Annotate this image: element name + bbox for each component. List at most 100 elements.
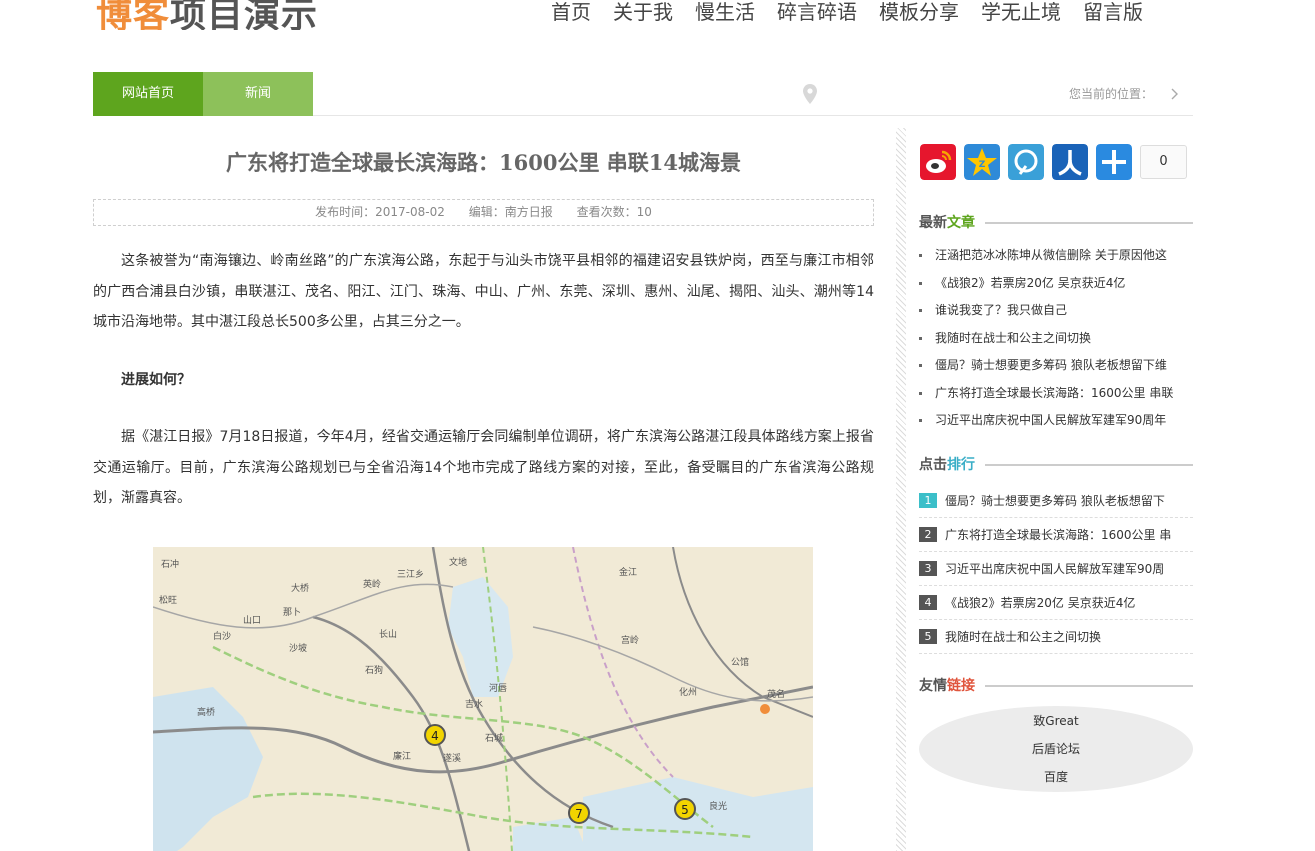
click-ranking-list: 1 僵局？骑士想要更多筹码 狼队老板想留下 2 广东将打造全球最长滨海路：1600公… <box>919 484 1193 654</box>
map-place-label: 松旺 <box>159 594 177 606</box>
map-place-label: 山口 <box>243 615 261 626</box>
map-place-label: 英岭 <box>363 578 381 590</box>
svg-text:5: 5 <box>681 803 689 817</box>
rank-title: 僵局？骑士想要更多筹码 狼队老板想留下 <box>945 494 1165 508</box>
latest-articles-list: 汪涵把范冰冰陈坤从微信删除 关于原因他这 《战狼2》若票房20亿 吴京获近4亿 … <box>919 244 1193 437</box>
latest-articles-heading: 最新文章 <box>919 212 1193 233</box>
rank-heading-part2: 排行 <box>947 457 975 473</box>
map-graphic: 4 7 5 石冲松旺 大桥那卜沙坡 山口白沙高桥 三江乡 文地英岭长山石狗河唇吉水石城遂… <box>153 546 813 851</box>
map-place-label: 那卜 <box>283 607 301 618</box>
article-title: 广东将打造全球最长滨海路：1600公里 串联14城海景 <box>226 150 741 175</box>
location-label: 您当前的位置： <box>1068 87 1153 101</box>
map-place-label: 长山 <box>379 628 397 640</box>
svg-text:Z: Z <box>979 160 986 170</box>
qzone-share-icon[interactable]: Z <box>964 144 1000 180</box>
svg-text:4: 4 <box>431 729 439 743</box>
breadcrumb-home-tab[interactable]: 网站首页 <box>93 72 203 116</box>
article: 广东将打造全球最长滨海路：1600公里 串联14城海景 发布时间：2017-08… <box>93 140 874 851</box>
friend-links-heading: 友情链接 <box>919 675 1193 696</box>
links-heading-part1: 友情 <box>919 678 947 694</box>
weibo-share-icon[interactable] <box>920 144 956 180</box>
nav-slow-life[interactable]: 慢生活 <box>695 0 755 25</box>
nav-about[interactable]: 关于我 <box>613 0 673 25</box>
chevron-right-icon <box>1171 88 1178 100</box>
links-heading-part2: 链接 <box>947 678 975 694</box>
nav-guestbook[interactable]: 留言版 <box>1083 0 1143 25</box>
list-item[interactable]: 谁说我变了？我只做自己 <box>919 299 1193 327</box>
more-share-icon[interactable] <box>1096 144 1132 180</box>
rank-title: 我随时在战士和公主之间切换 <box>945 630 1102 644</box>
list-item[interactable]: 习近平出席庆祝中国人民解放军建军90周年 <box>919 409 1193 437</box>
logo-text-part2: 项目演示 <box>170 0 319 30</box>
nav-templates[interactable]: 模板分享 <box>879 0 959 25</box>
rank-title: 习近平出席庆祝中国人民解放军建军90周 <box>945 562 1165 576</box>
map-place-label: 石冲 <box>161 558 179 570</box>
map-place-label: 河唇 <box>489 682 507 694</box>
rank-item[interactable]: 3 习近平出席庆祝中国人民解放军建军90周 <box>919 552 1193 586</box>
friend-link[interactable]: 致Great <box>919 707 1193 735</box>
map-place-label: 宫岭 <box>621 634 639 646</box>
map-place-label: 文地 <box>449 556 467 568</box>
location-pin-icon <box>803 84 817 104</box>
map-place-label: 白沙 <box>213 630 231 642</box>
friend-link[interactable]: 百度 <box>919 763 1193 791</box>
view-count: 查看次数：10 <box>576 205 652 219</box>
logo-text-part1: 博客 <box>96 0 171 30</box>
map-place-label: 吉水 <box>465 698 483 710</box>
nav-home[interactable]: 首页 <box>551 0 591 25</box>
article-paragraph: 这条被誉为“南海镶边、岭南丝路”的广东滨海公路，东起于与汕头市饶平县相邻的福建诏… <box>93 253 874 330</box>
map-place-label: 沙坡 <box>289 642 307 654</box>
latest-heading-part2: 文章 <box>947 215 975 231</box>
map-place-label: 三江乡 <box>397 569 424 580</box>
article-subheading: 进展如何？ <box>121 371 191 388</box>
publish-time: 发布时间：2017-08-02 <box>315 205 445 219</box>
rank-item[interactable]: 5 我随时在战士和公主之间切换 <box>919 620 1193 654</box>
click-ranking-heading: 点击排行 <box>919 454 1193 475</box>
main-nav: 首页 关于我 慢生活 碎言碎语 模板分享 学无止境 留言版 <box>540 0 1154 25</box>
map-place-label: 化州 <box>679 686 697 698</box>
map-place-label: 石城 <box>485 733 503 744</box>
article-paragraph: 据《湛江日报》7月18日报道，今年4月，经省交通运输厅会同编制单位调研，将广东滨… <box>93 429 874 506</box>
breadcrumb: 网站首页 新闻 您当前的位置： <box>93 72 1193 116</box>
site-logo[interactable]: 博客项目演示 <box>96 0 318 30</box>
svg-text:7: 7 <box>575 807 583 821</box>
share-count: 0 <box>1140 145 1187 179</box>
tencent-weibo-share-icon[interactable] <box>1008 144 1044 180</box>
map-place-label: 茂名 <box>767 688 785 700</box>
map-place-label: 石狗 <box>365 664 383 676</box>
map-place-label: 大桥 <box>291 582 309 594</box>
latest-heading-part1: 最新 <box>919 215 947 231</box>
list-item[interactable]: 汪涵把范冰冰陈坤从微信删除 关于原因他这 <box>919 244 1193 272</box>
rank-title: 广东将打造全球最长滨海路：1600公里 串 <box>945 528 1172 542</box>
rank-heading-part1: 点击 <box>919 457 947 473</box>
map-place-label: 遂溪 <box>443 752 461 764</box>
map-place-label: 良光 <box>709 800 727 812</box>
friend-link[interactable]: 后盾论坛 <box>919 735 1193 763</box>
nav-learning[interactable]: 学无止境 <box>981 0 1061 25</box>
rank-number: 4 <box>919 595 937 610</box>
list-item[interactable]: 我随时在战士和公主之间切换 <box>919 327 1193 355</box>
breadcrumb-news-tab[interactable]: 新闻 <box>203 72 313 116</box>
nav-musings[interactable]: 碎言碎语 <box>777 0 857 25</box>
map-place-label: 廉江 <box>393 750 411 762</box>
rank-number: 2 <box>919 527 937 542</box>
rank-number: 3 <box>919 561 937 576</box>
map-place-label: 高桥 <box>197 706 215 718</box>
rank-item[interactable]: 1 僵局？骑士想要更多筹码 狼队老板想留下 <box>919 484 1193 518</box>
share-bar: Z 0 <box>920 144 1187 180</box>
rank-number: 1 <box>919 493 937 508</box>
renren-share-icon[interactable] <box>1052 144 1088 180</box>
rank-number: 5 <box>919 629 937 644</box>
article-editor: 编辑：南方日报 <box>468 205 553 219</box>
rank-item[interactable]: 4 《战狼2》若票房20亿 吴京获近4亿 <box>919 586 1193 620</box>
map-place-label: 金江 <box>619 566 637 578</box>
column-divider <box>896 128 906 851</box>
list-item[interactable]: 僵局？骑士想要更多筹码 狼队老板想留下维 <box>919 354 1193 382</box>
rank-item[interactable]: 2 广东将打造全球最长滨海路：1600公里 串 <box>919 518 1193 552</box>
map-place-label: 公馆 <box>731 656 749 668</box>
article-meta: 发布时间：2017-08-02 编辑：南方日报 查看次数：10 <box>93 199 874 226</box>
list-item[interactable]: 《战狼2》若票房20亿 吴京获近4亿 <box>919 272 1193 300</box>
friend-links: 致Great 后盾论坛 百度 <box>919 706 1193 792</box>
rank-title: 《战狼2》若票房20亿 吴京获近4亿 <box>945 596 1136 610</box>
list-item[interactable]: 广东将打造全球最长滨海路：1600公里 串联 <box>919 382 1193 410</box>
